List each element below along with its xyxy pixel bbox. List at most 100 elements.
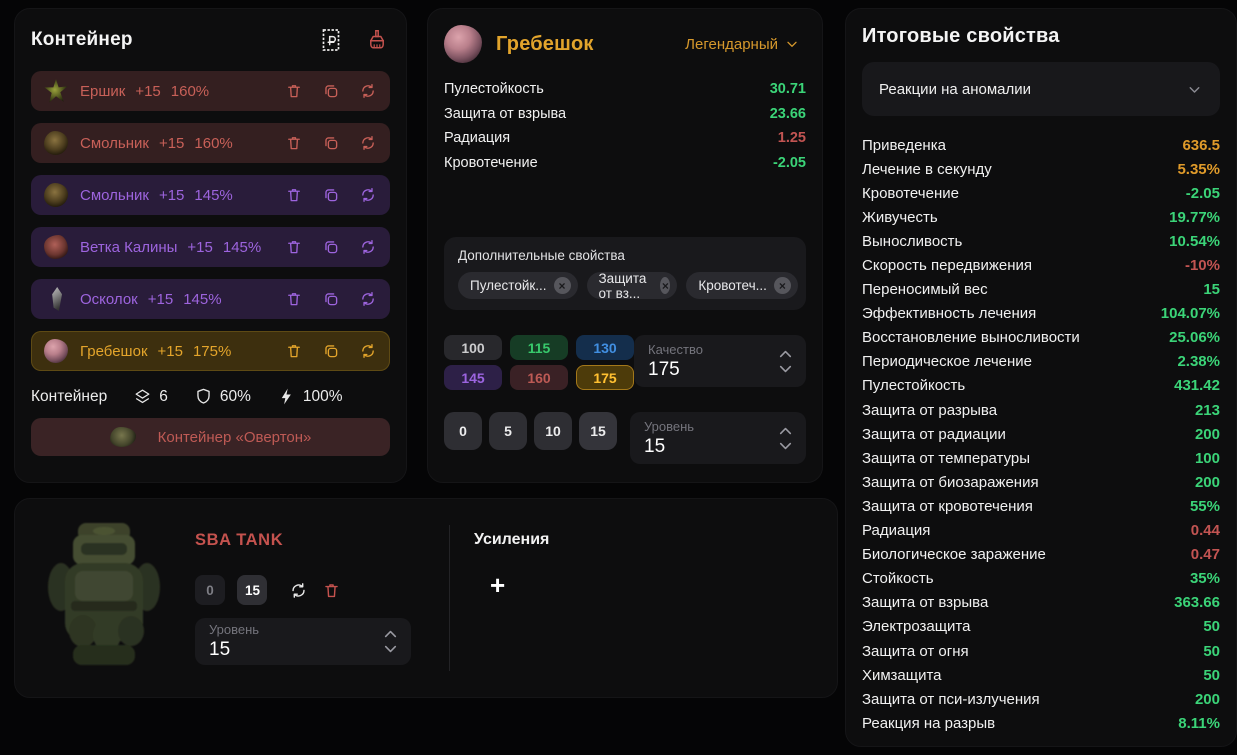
artifact-row[interactable]: Гребешок +15 175% bbox=[31, 331, 390, 371]
reset-icon[interactable] bbox=[289, 581, 308, 600]
stat-label: Пулестойкость bbox=[444, 81, 544, 97]
artifact-row[interactable]: Смольник +15 160% bbox=[31, 123, 390, 163]
quality-spinner[interactable]: Качество 175 bbox=[634, 335, 806, 387]
stat-label: Защита от температуры bbox=[862, 450, 1030, 467]
level-picker: 0 5 10 15 Уровень 15 bbox=[444, 412, 806, 464]
step-down-icon bbox=[779, 365, 792, 373]
level-spinner-text: Уровень 15 bbox=[644, 419, 694, 458]
duplicate-icon[interactable] bbox=[322, 290, 340, 308]
level-option[interactable]: 5 bbox=[489, 412, 527, 450]
container-title: Контейнер bbox=[31, 29, 133, 51]
level-option[interactable]: 10 bbox=[534, 412, 572, 450]
extra-properties-chips: Пулестойк... × Защита от вз... × Кровоте… bbox=[458, 272, 792, 299]
add-boost-button[interactable]: + bbox=[484, 571, 511, 599]
delete-icon[interactable] bbox=[285, 82, 303, 100]
artifact-detail-panel: Гребешок Легендарный Пулестойкость 30.71… bbox=[427, 8, 823, 483]
stat-value: 200 bbox=[1195, 474, 1220, 491]
reroll-icon[interactable] bbox=[359, 186, 377, 204]
stat-value: 100 bbox=[1195, 450, 1220, 467]
duplicate-icon[interactable] bbox=[322, 82, 340, 100]
artifact-row-actions bbox=[285, 186, 377, 204]
reroll-icon[interactable] bbox=[359, 82, 377, 100]
armor-spinner-value: 15 bbox=[209, 639, 259, 661]
stat-value: 5.35% bbox=[1177, 161, 1220, 178]
level-spinner-steppers[interactable] bbox=[779, 427, 792, 450]
stat-label: Пулестойкость bbox=[862, 377, 965, 394]
reaction-filter-select[interactable]: Реакции на аномалии bbox=[862, 62, 1220, 116]
step-up-icon bbox=[779, 427, 792, 435]
stat-value: -2.05 bbox=[1186, 185, 1220, 202]
armor-level-buttons: 0 15 bbox=[195, 575, 275, 605]
stat-label: Радиация bbox=[444, 130, 510, 146]
quality-option[interactable]: 115 bbox=[510, 335, 568, 360]
armor-spinner-steppers[interactable] bbox=[384, 630, 397, 653]
duplicate-icon[interactable] bbox=[322, 134, 340, 152]
container-charge: 100% bbox=[277, 387, 343, 406]
delete-icon[interactable] bbox=[285, 342, 303, 360]
artifact-icon bbox=[44, 79, 68, 103]
container-select-button[interactable]: Контейнер «Овертон» bbox=[31, 418, 390, 456]
reroll-icon[interactable] bbox=[359, 238, 377, 256]
level-spinner-value: 15 bbox=[644, 436, 694, 458]
artifact-list: Ершик +15 160% Смольник +15 160% bbox=[31, 71, 390, 371]
reroll-icon[interactable] bbox=[359, 342, 377, 360]
boosts-title: Усиления bbox=[474, 531, 549, 549]
quality-spinner-steppers[interactable] bbox=[779, 350, 792, 373]
artifact-row[interactable]: Осколок +15 145% bbox=[31, 279, 390, 319]
stat-value: 50 bbox=[1203, 667, 1220, 684]
remove-chip-icon[interactable]: × bbox=[660, 277, 670, 294]
stat-value: 15 bbox=[1203, 281, 1220, 298]
artifact-row[interactable]: Смольник +15 145% bbox=[31, 175, 390, 215]
artifact-name: Ершик bbox=[80, 83, 125, 100]
artifact-row[interactable]: Ершик +15 160% bbox=[31, 71, 390, 111]
armor-level-option[interactable]: 15 bbox=[237, 575, 267, 605]
artifact-row[interactable]: Ветка Калины +15 145% bbox=[31, 227, 390, 267]
totals-list: Приведенка 636.5 Лечение в секунду 5.35%… bbox=[862, 133, 1220, 735]
stat-value: 363.66 bbox=[1174, 594, 1220, 611]
extra-prop-chip[interactable]: Защита от вз... × bbox=[587, 272, 678, 299]
remove-chip-icon[interactable]: × bbox=[774, 277, 791, 294]
total-stat-row: Стойкость 35% bbox=[862, 567, 1220, 591]
stat-label: Электрозащита bbox=[862, 618, 970, 635]
reroll-icon[interactable] bbox=[359, 134, 377, 152]
quality-option[interactable]: 100 bbox=[444, 335, 502, 360]
extra-prop-chip[interactable]: Кровотеч... × bbox=[686, 272, 798, 299]
app: Контейнер Ершик +15 160% bbox=[0, 0, 1237, 755]
artifact-icon bbox=[44, 287, 68, 311]
chevron-down-icon bbox=[1186, 81, 1203, 98]
level-option[interactable]: 0 bbox=[444, 412, 482, 450]
delete-icon[interactable] bbox=[285, 290, 303, 308]
reroll-icon[interactable] bbox=[359, 290, 377, 308]
quality-option[interactable]: 145 bbox=[444, 365, 502, 390]
level-spinner[interactable]: Уровень 15 bbox=[630, 412, 806, 464]
rarity-value: Легендарный bbox=[685, 36, 778, 53]
armor-level-option[interactable]: 0 bbox=[195, 575, 225, 605]
total-stat-row: Защита от разрыва 213 bbox=[862, 398, 1220, 422]
quality-option[interactable]: 160 bbox=[510, 365, 568, 390]
stat-value: 2.38% bbox=[1177, 353, 1220, 370]
delete-icon[interactable] bbox=[322, 581, 341, 600]
artifact-title: Гребешок bbox=[496, 33, 594, 56]
stat-value: 55% bbox=[1190, 498, 1220, 515]
artifact-image bbox=[444, 25, 482, 63]
armor-level-spinner[interactable]: Уровень 15 bbox=[195, 618, 411, 665]
stat-value: 1.25 bbox=[778, 130, 806, 146]
duplicate-icon[interactable] bbox=[322, 342, 340, 360]
rarity-dropdown[interactable]: Легендарный bbox=[679, 35, 806, 54]
delete-icon[interactable] bbox=[285, 134, 303, 152]
duplicate-icon[interactable] bbox=[322, 186, 340, 204]
stat-value: 0.44 bbox=[1191, 522, 1220, 539]
extra-prop-chip[interactable]: Пулестойк... × bbox=[458, 272, 578, 299]
armor-image[interactable] bbox=[45, 513, 163, 675]
remove-chip-icon[interactable]: × bbox=[554, 277, 571, 294]
clear-all-broom-icon[interactable] bbox=[364, 27, 390, 53]
stat-value: -2.05 bbox=[773, 155, 806, 171]
quality-option[interactable]: 130 bbox=[576, 335, 634, 360]
stat-value: 200 bbox=[1195, 691, 1220, 708]
price-receipt-icon[interactable] bbox=[318, 27, 344, 53]
delete-icon[interactable] bbox=[285, 186, 303, 204]
level-option[interactable]: 15 bbox=[579, 412, 617, 450]
delete-icon[interactable] bbox=[285, 238, 303, 256]
duplicate-icon[interactable] bbox=[322, 238, 340, 256]
quality-option[interactable]: 175 bbox=[576, 365, 634, 390]
